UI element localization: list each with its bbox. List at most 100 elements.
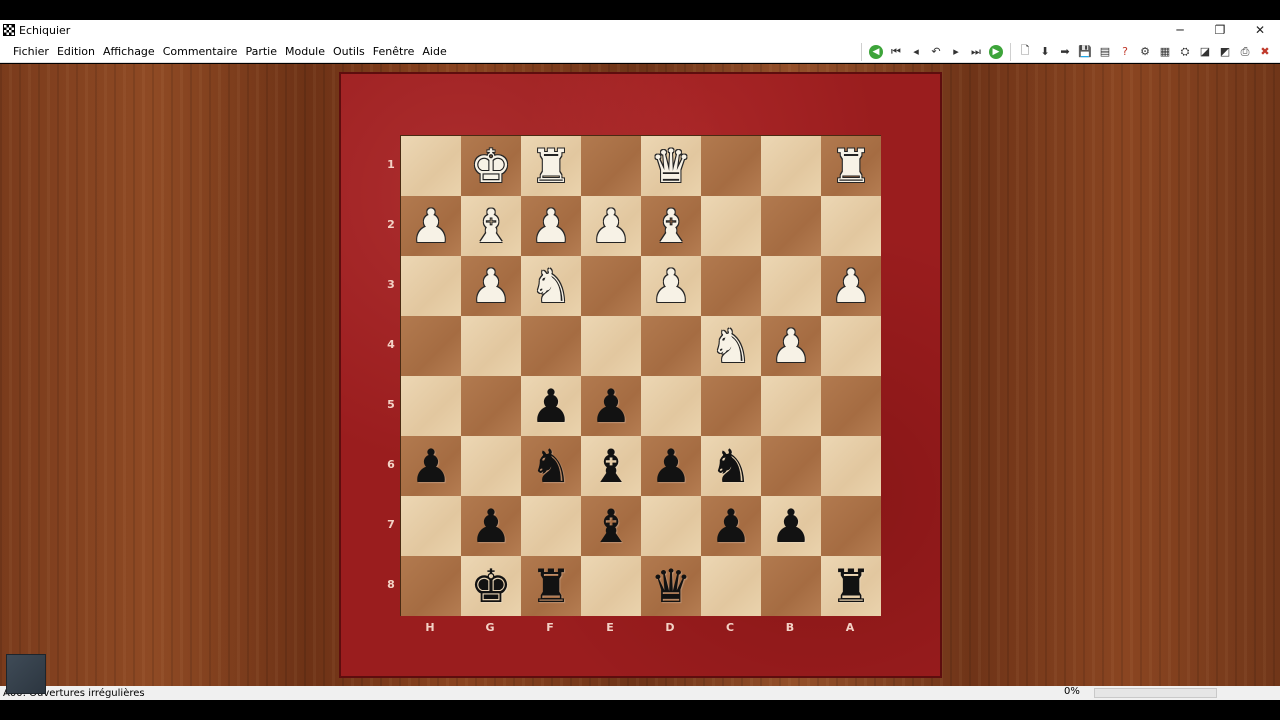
square-d3[interactable]: ♟ xyxy=(641,256,701,316)
square-b1[interactable] xyxy=(761,136,821,196)
square-c1[interactable] xyxy=(701,136,761,196)
square-f4[interactable] xyxy=(521,316,581,376)
square-e2[interactable]: ♟ xyxy=(581,196,641,256)
square-a4[interactable] xyxy=(821,316,881,376)
arrow-down-icon[interactable]: ⬇ xyxy=(1035,42,1055,62)
black-pawn-piece[interactable]: ♟ xyxy=(710,503,751,549)
square-h4[interactable] xyxy=(401,316,461,376)
analysis-icon[interactable]: ⚙ xyxy=(1135,42,1155,62)
white-pawn-piece[interactable]: ♟ xyxy=(470,263,511,309)
square-d2[interactable]: ♝ xyxy=(641,196,701,256)
square-h8[interactable] xyxy=(401,556,461,616)
white-knight-piece[interactable]: ♞ xyxy=(710,323,751,369)
menu-item-2[interactable]: Affichage xyxy=(99,45,159,58)
white-pawn-piece[interactable]: ♟ xyxy=(530,203,571,249)
square-h6[interactable]: ♟ xyxy=(401,436,461,496)
black-rook-piece[interactable]: ♜ xyxy=(830,563,871,609)
square-e5[interactable]: ♟ xyxy=(581,376,641,436)
white-queen-piece[interactable]: ♛ xyxy=(650,143,691,189)
square-h1[interactable] xyxy=(401,136,461,196)
new-document-icon[interactable]: 🗋 xyxy=(1015,42,1035,62)
square-h3[interactable] xyxy=(401,256,461,316)
square-b7[interactable]: ♟ xyxy=(761,496,821,556)
menu-item-5[interactable]: Module xyxy=(281,45,329,58)
menu-item-4[interactable]: Partie xyxy=(241,45,281,58)
black-knight-piece[interactable]: ♞ xyxy=(710,443,751,489)
arrow-right-icon[interactable]: ➡ xyxy=(1055,42,1075,62)
undo-icon[interactable]: ↶ xyxy=(926,42,946,62)
square-e6[interactable]: ♝ xyxy=(581,436,641,496)
white-pawn-piece[interactable]: ♟ xyxy=(770,323,811,369)
square-d8[interactable]: ♛ xyxy=(641,556,701,616)
square-h7[interactable] xyxy=(401,496,461,556)
delete-icon[interactable]: ✖ xyxy=(1255,42,1275,62)
white-pawn-piece[interactable]: ♟ xyxy=(410,203,451,249)
square-c3[interactable] xyxy=(701,256,761,316)
square-d5[interactable] xyxy=(641,376,701,436)
square-a1[interactable]: ♜ xyxy=(821,136,881,196)
last-move-icon[interactable]: ⏭ xyxy=(966,42,986,62)
eraser-all-icon[interactable]: ◩ xyxy=(1215,42,1235,62)
square-d1[interactable]: ♛ xyxy=(641,136,701,196)
square-e3[interactable] xyxy=(581,256,641,316)
square-g3[interactable]: ♟ xyxy=(461,256,521,316)
eraser-icon[interactable]: ◪ xyxy=(1195,42,1215,62)
square-c5[interactable] xyxy=(701,376,761,436)
close-button[interactable]: ✕ xyxy=(1240,20,1280,40)
menu-item-0[interactable]: Fichier xyxy=(9,45,53,58)
save-icon[interactable]: 💾 xyxy=(1075,42,1095,62)
square-b2[interactable] xyxy=(761,196,821,256)
square-b3[interactable] xyxy=(761,256,821,316)
black-knight-piece[interactable]: ♞ xyxy=(530,443,571,489)
square-e1[interactable] xyxy=(581,136,641,196)
plus-icon[interactable]: ✚ xyxy=(1275,42,1280,62)
square-d6[interactable]: ♟ xyxy=(641,436,701,496)
white-rook-piece[interactable]: ♜ xyxy=(530,143,571,189)
black-queen-piece[interactable]: ♛ xyxy=(650,563,691,609)
square-h5[interactable] xyxy=(401,376,461,436)
square-f8[interactable]: ♜ xyxy=(521,556,581,616)
next-move-icon[interactable]: ▸ xyxy=(946,42,966,62)
square-g1[interactable]: ♚ xyxy=(461,136,521,196)
white-rook-piece[interactable]: ♜ xyxy=(830,143,871,189)
engine-icon[interactable]: ⛭ xyxy=(1175,42,1195,62)
menu-item-8[interactable]: Aide xyxy=(418,45,450,58)
square-c8[interactable] xyxy=(701,556,761,616)
square-c4[interactable]: ♞ xyxy=(701,316,761,376)
white-knight-piece[interactable]: ♞ xyxy=(530,263,571,309)
board-setup-icon[interactable]: ▦ xyxy=(1155,42,1175,62)
square-a2[interactable] xyxy=(821,196,881,256)
square-g8[interactable]: ♚ xyxy=(461,556,521,616)
restore-button[interactable]: ❐ xyxy=(1200,20,1240,40)
forward-green-icon[interactable]: ▶ xyxy=(986,42,1006,62)
square-a6[interactable] xyxy=(821,436,881,496)
black-pawn-piece[interactable]: ♟ xyxy=(530,383,571,429)
black-rook-piece[interactable]: ♜ xyxy=(530,563,571,609)
white-pawn-piece[interactable]: ♟ xyxy=(650,263,691,309)
black-king-piece[interactable]: ♚ xyxy=(470,563,511,609)
square-a5[interactable] xyxy=(821,376,881,436)
square-g5[interactable] xyxy=(461,376,521,436)
square-g2[interactable]: ♝ xyxy=(461,196,521,256)
square-b5[interactable] xyxy=(761,376,821,436)
square-f3[interactable]: ♞ xyxy=(521,256,581,316)
first-move-icon[interactable]: ⏮ xyxy=(886,42,906,62)
white-bishop-piece[interactable]: ♝ xyxy=(650,203,691,249)
square-d4[interactable] xyxy=(641,316,701,376)
print-icon[interactable]: ⎙ xyxy=(1235,42,1255,62)
database-icon[interactable]: ▤ xyxy=(1095,42,1115,62)
black-bishop-piece[interactable]: ♝ xyxy=(590,443,631,489)
white-king-piece[interactable]: ♚ xyxy=(470,143,511,189)
minimize-button[interactable]: ─ xyxy=(1160,20,1200,40)
square-a8[interactable]: ♜ xyxy=(821,556,881,616)
square-f7[interactable] xyxy=(521,496,581,556)
square-c7[interactable]: ♟ xyxy=(701,496,761,556)
square-g4[interactable] xyxy=(461,316,521,376)
square-b8[interactable] xyxy=(761,556,821,616)
menu-item-7[interactable]: Fenêtre xyxy=(369,45,419,58)
square-f1[interactable]: ♜ xyxy=(521,136,581,196)
square-g6[interactable] xyxy=(461,436,521,496)
black-bishop-piece[interactable]: ♝ xyxy=(590,503,631,549)
square-e8[interactable] xyxy=(581,556,641,616)
square-f6[interactable]: ♞ xyxy=(521,436,581,496)
